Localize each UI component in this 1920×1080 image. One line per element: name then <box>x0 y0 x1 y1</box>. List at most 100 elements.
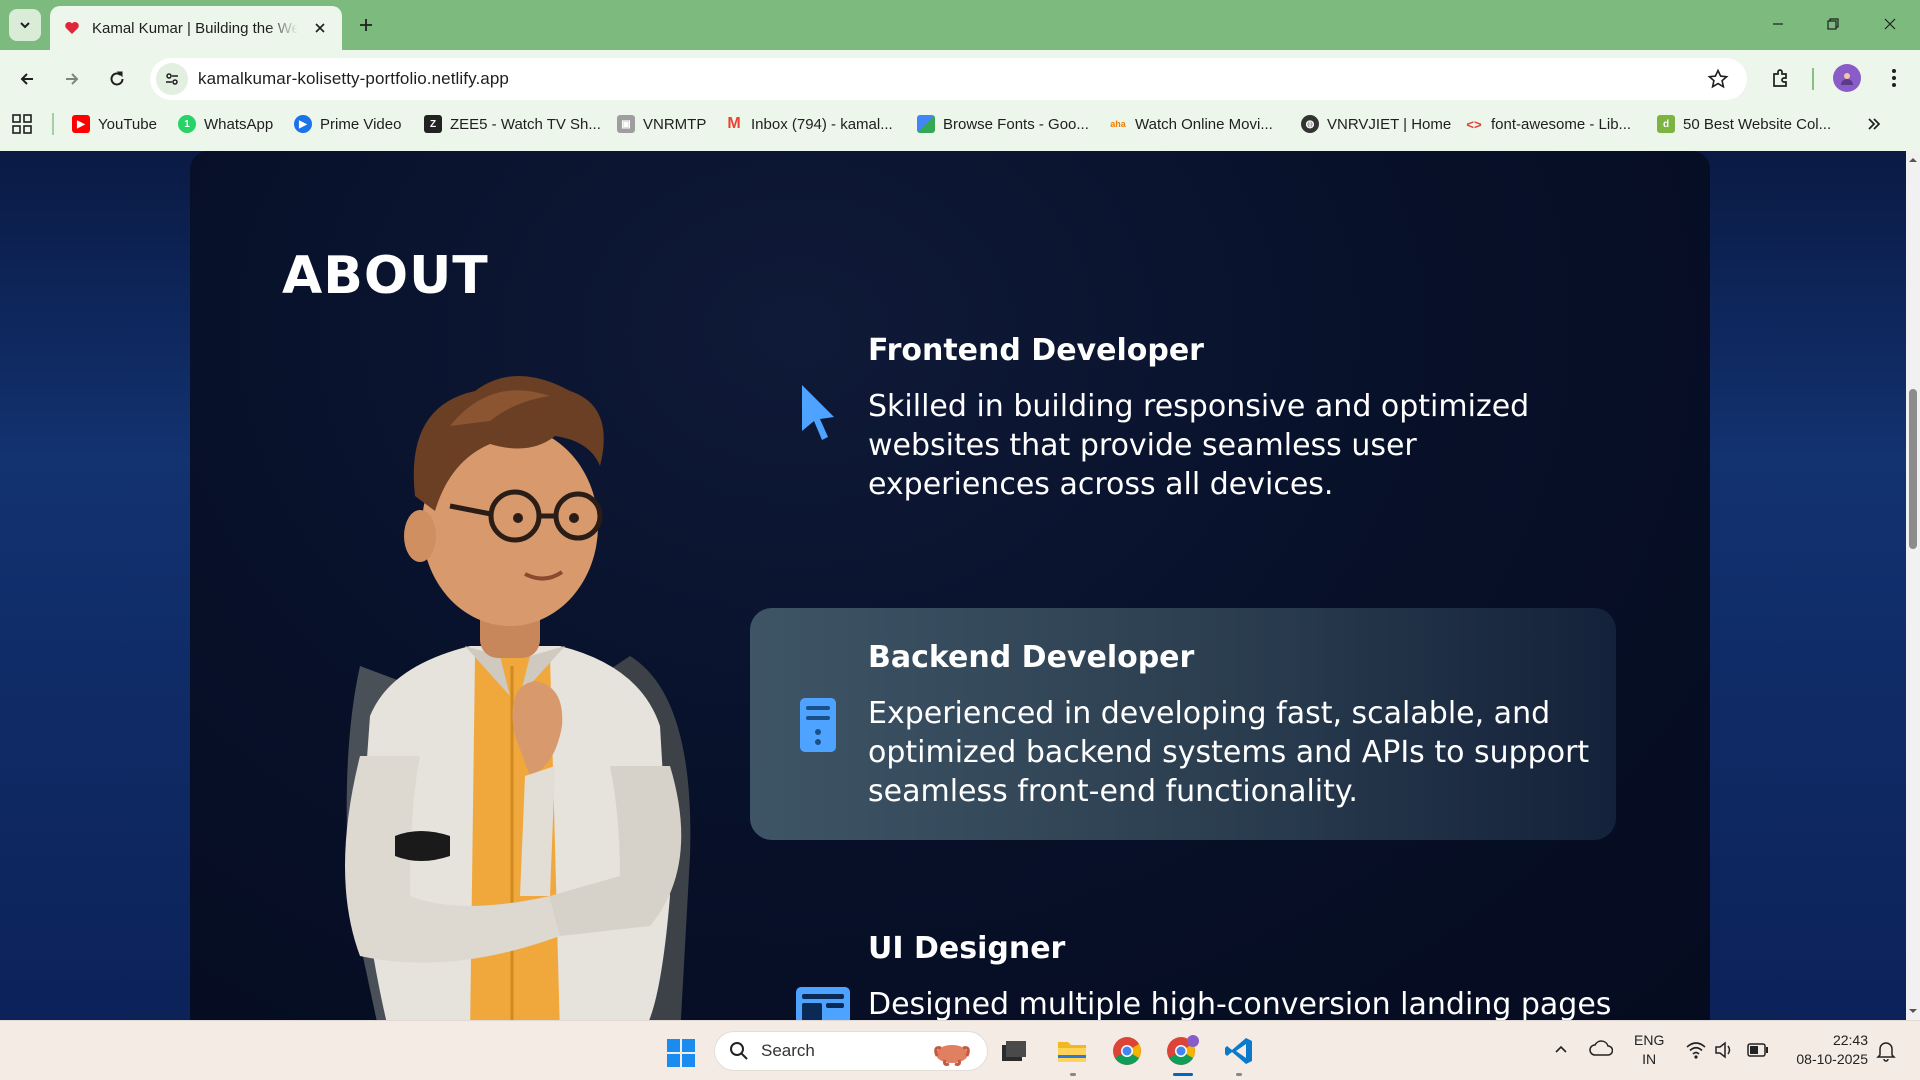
bookmark-label: Prime Video <box>320 115 402 133</box>
reload-icon <box>110 71 124 86</box>
tune-icon <box>166 73 178 85</box>
service-ui-designer[interactable]: UI Designer Designed multiple high-conve… <box>750 903 1616 1020</box>
service-backend[interactable]: Backend Developer Experienced in develop… <box>750 608 1616 840</box>
system-clock[interactable]: 22:43 08-10-2025 <box>1786 1031 1868 1069</box>
google-fonts-icon <box>917 115 935 133</box>
service-title: UI Designer <box>868 931 1066 966</box>
search-label: Search <box>761 1041 815 1060</box>
bookmark-website-colors[interactable]: d 50 Best Website Col... <box>1657 112 1831 136</box>
extensions-button[interactable] <box>1766 63 1796 93</box>
bookmark-vnrvjiet[interactable]: ◍ VNRVJIET | Home <box>1301 112 1451 136</box>
heart-icon <box>65 22 79 34</box>
clock-date: 08-10-2025 <box>1796 1051 1868 1067</box>
wifi-button[interactable] <box>1686 1041 1706 1064</box>
battery-button[interactable] <box>1747 1043 1769 1062</box>
back-button[interactable] <box>10 62 44 96</box>
taskbar-search[interactable]: Search <box>714 1031 988 1071</box>
service-frontend[interactable]: Frontend Developer Skilled in building r… <box>750 321 1616 541</box>
close-icon <box>1884 18 1896 30</box>
chrome-profile-button[interactable] <box>1164 1032 1202 1070</box>
new-tab-button[interactable] <box>352 11 380 39</box>
task-view-button[interactable] <box>995 1032 1033 1070</box>
wifi-icon <box>1686 1042 1706 1059</box>
bookmark-zee5[interactable]: Z ZEE5 - Watch TV Sh... <box>424 112 601 136</box>
section-title: ABOUT <box>282 246 489 306</box>
language-indicator[interactable]: ENG IN <box>1634 1031 1664 1069</box>
bookmark-whatsapp[interactable]: 1 WhatsApp <box>178 112 273 136</box>
address-bar[interactable]: kamalkumar-kolisetty-portfolio.netlify.a… <box>150 58 1747 100</box>
puzzle-icon <box>1773 69 1787 87</box>
site-info-button[interactable] <box>156 63 188 95</box>
search-icon <box>730 1042 748 1060</box>
scrollbar-thumb[interactable] <box>1909 389 1917 549</box>
bookmark-label: Inbox (794) - kamal... <box>751 115 893 133</box>
profile-avatar[interactable] <box>1833 64 1861 92</box>
running-indicator <box>1070 1073 1076 1076</box>
whatsapp-icon: 1 <box>178 115 196 133</box>
close-window-button[interactable] <box>1870 6 1910 42</box>
bell-icon <box>1876 1042 1896 1062</box>
vscode-icon <box>1225 1038 1252 1064</box>
bookmark-vnrmtp[interactable]: ▣ VNRMTP <box>617 112 706 136</box>
movies-icon: aha <box>1110 119 1126 129</box>
bookmark-gmail[interactable]: M Inbox (794) - kamal... <box>725 112 893 136</box>
cloud-icon <box>1589 1040 1614 1056</box>
service-description: Experienced in developing fast, scalable… <box>868 696 1590 809</box>
restore-button[interactable] <box>1813 6 1853 42</box>
minimize-icon <box>1773 23 1783 25</box>
forward-button[interactable] <box>55 62 89 96</box>
lang-region: IN <box>1642 1051 1657 1067</box>
service-title: Frontend Developer <box>868 333 1204 368</box>
scroll-up-icon[interactable] <box>1908 155 1918 165</box>
bookmark-google-fonts[interactable]: Browse Fonts - Goo... <box>917 112 1089 136</box>
reload-button[interactable] <box>100 62 134 96</box>
search-highlight-icon <box>934 1045 970 1066</box>
page-scrollbar[interactable] <box>1906 151 1920 1020</box>
bookmark-youtube[interactable]: ▶ YouTube <box>72 112 157 136</box>
menu-button[interactable] <box>1879 63 1909 93</box>
tray-overflow-button[interactable] <box>1553 1041 1569 1062</box>
bookmark-divider <box>52 113 54 135</box>
service-title: Backend Developer <box>868 640 1195 675</box>
page-viewport: ABOUT Frontend Developer Skilled in buil… <box>0 151 1906 1020</box>
plus-icon <box>360 19 372 31</box>
tab-strip: Kamal Kumar | Building the Web <box>0 0 1920 50</box>
double-chevron-right-icon <box>1868 118 1881 130</box>
apps-button[interactable] <box>12 114 32 139</box>
cursor-icon <box>802 385 834 440</box>
bookmark-label: VNRVJIET | Home <box>1327 115 1452 133</box>
close-icon[interactable] <box>310 18 330 38</box>
more-bookmarks-button[interactable] <box>1866 112 1882 136</box>
chrome-button[interactable] <box>1108 1032 1146 1070</box>
notifications-button[interactable] <box>1876 1040 1896 1067</box>
volume-button[interactable] <box>1714 1041 1734 1064</box>
url-text: kamalkumar-kolisetty-portfolio.netlify.a… <box>198 69 509 88</box>
layout-icon <box>796 987 850 1020</box>
service-description: Designed multiple high-conversion landin… <box>868 987 1612 1020</box>
browser-tab[interactable]: Kamal Kumar | Building the Web <box>50 6 342 50</box>
file-explorer-button[interactable] <box>1053 1032 1091 1070</box>
bookmark-label: ZEE5 - Watch TV Sh... <box>450 115 601 133</box>
bookmark-prime-video[interactable]: ▶ Prime Video <box>294 112 401 136</box>
user-icon <box>1841 73 1853 85</box>
tab-search-button[interactable] <box>9 9 41 41</box>
developer-illustration <box>345 376 691 1020</box>
bookmark-label: font-awesome - Lib... <box>1491 115 1632 133</box>
scroll-down-icon[interactable] <box>1908 1006 1918 1016</box>
task-view-icon <box>1002 1041 1026 1061</box>
onedrive-button[interactable] <box>1589 1039 1614 1062</box>
vscode-button[interactable] <box>1220 1032 1258 1070</box>
arrow-right-icon <box>66 73 79 85</box>
minimize-button[interactable] <box>1758 6 1798 42</box>
bookmark-movies[interactable]: aha Watch Online Movi... <box>1109 112 1273 136</box>
star-icon[interactable] <box>1707 68 1729 90</box>
running-indicator <box>1236 1073 1242 1076</box>
volume-icon <box>1715 1041 1731 1059</box>
more-vert-icon <box>1892 69 1896 87</box>
start-button[interactable] <box>666 1038 696 1073</box>
chevron-up-icon <box>1555 1045 1567 1053</box>
bookmark-font-awesome[interactable]: <> font-awesome - Lib... <box>1465 112 1631 136</box>
bookmark-label: WhatsApp <box>204 115 274 133</box>
zee5-icon: Z <box>424 115 442 133</box>
windows-logo-icon <box>667 1039 695 1067</box>
